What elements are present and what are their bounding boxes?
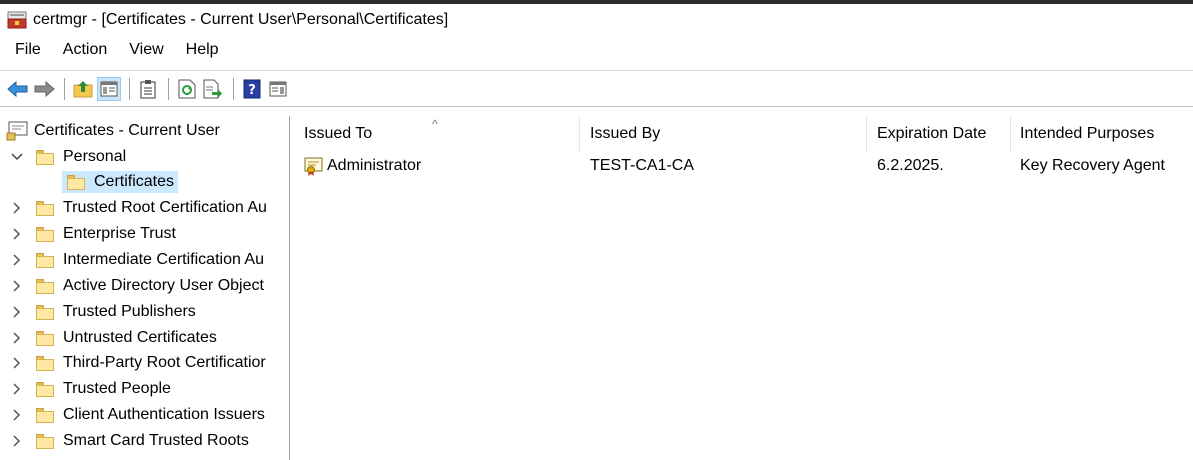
certificate-icon [304,157,323,176]
tree-item[interactable]: Third-Party Root Certificatior [10,351,266,375]
refresh-icon[interactable] [175,77,199,101]
column-label: Issued To [304,125,373,142]
tree-item[interactable]: Trusted Publishers [10,300,196,324]
chevron-right-icon[interactable] [10,434,24,448]
menu-view[interactable]: View [118,37,174,63]
certificate-list: ^ Issued To Issued By Expiration Date In… [292,116,1193,460]
tree-item[interactable]: Intermediate Certification Au [10,248,264,272]
column-header-issued-by[interactable]: Issued By [580,116,867,152]
toolbar: ? [0,70,1193,107]
app-window: certmgr - [Certificates - Current User\P… [0,4,1193,460]
certmgr-app-icon [7,11,27,29]
chevron-right-icon[interactable] [10,382,24,396]
up-folder-icon[interactable] [71,77,95,101]
folder-icon [35,330,55,346]
chevron-right-icon[interactable] [10,227,24,241]
cell-issued-to: Administrator [303,154,421,178]
column-label: Issued By [590,125,661,142]
chevron-right-icon[interactable] [10,305,24,319]
svg-text:?: ? [248,83,256,98]
toolbar-separator [64,77,65,100]
cell-intended-purposes: Key Recovery Agent [1020,157,1165,174]
tree-item-label: Enterprise Trust [63,224,176,242]
tree-item-certificates[interactable]: Certificates [62,170,179,194]
tree-item-label: Personal [63,148,127,165]
folder-icon [35,149,55,165]
folder-icon [35,278,55,294]
column-header-issued-to[interactable]: Issued To [292,116,580,152]
export-list-icon[interactable] [201,77,225,101]
tree-item-label: Trusted Publishers [63,302,196,320]
folder-icon [35,200,55,216]
folder-icon [35,252,55,268]
chevron-right-icon[interactable] [10,356,24,370]
column-label: Intended Purposes [1020,125,1155,142]
tree-item-label: Intermediate Certification Au [63,250,264,268]
folder-icon [35,407,55,424]
help-icon[interactable]: ? [240,77,264,101]
column-header-expiration-date[interactable]: Expiration Date [867,116,1011,152]
chevron-right-icon[interactable] [10,201,24,215]
tree-item[interactable]: Smart Card Trusted Roots [10,429,249,453]
folder-icon [35,381,55,398]
menu-help[interactable]: Help [175,37,230,63]
tree-item-personal[interactable]: Personal [10,145,126,169]
tree-item[interactable]: Client Authentication Issuers [10,403,265,427]
tree-item-label: Smart Card Trusted Roots [63,432,249,450]
cell-text: Administrator [327,157,422,174]
folder-icon [35,304,55,320]
chevron-down-icon[interactable] [10,150,24,164]
selected-highlight: Certificates [62,171,179,193]
tree-item-label: Active Directory User Object [63,276,264,294]
toolbar-separator [168,77,169,100]
chevron-right-icon[interactable] [10,408,24,422]
tree-item[interactable]: Trusted People [10,377,171,401]
chevron-right-icon[interactable] [10,279,24,293]
chevron-right-icon[interactable] [10,253,24,267]
tree-item-label: Certificates [94,173,175,190]
menu-bar: File Action View Help [0,37,1193,63]
cell-issued-by: TEST-CA1-CA [590,157,695,174]
tree-item-label: Untrusted Certificates [63,328,217,346]
toolbar-separator [129,77,130,100]
tree-item[interactable]: Enterprise Trust [10,222,176,246]
toolbar-separator [233,77,234,100]
column-label: Expiration Date [877,125,987,142]
title-bar: certmgr - [Certificates - Current User\P… [0,4,1193,35]
tree-item[interactable]: Active Directory User Object [10,274,264,298]
tree-item-label: Trusted Root Certification Au [63,199,267,216]
details-pane-icon[interactable] [266,77,290,101]
tree-item[interactable]: Trusted Root Certification Au [10,196,267,220]
back-icon[interactable] [6,77,30,101]
window-title: certmgr - [Certificates - Current User\P… [33,11,449,28]
console-tree: Certificates - Current User Personal Cer… [0,116,290,460]
folder-icon [35,226,55,242]
folder-icon [35,355,55,372]
certificate-store-icon [6,121,28,141]
menu-file[interactable]: File [0,37,52,63]
clipboard-icon[interactable] [136,77,160,101]
folder-icon [66,174,86,190]
tree-root-label: Certificates - Current User [34,122,220,139]
tree-item-label: Client Authentication Issuers [63,406,265,424]
chevron-right-icon[interactable] [10,331,24,345]
tree-item-label: Third-Party Root Certificatior [63,354,266,372]
tree-item[interactable]: Untrusted Certificates [10,326,217,350]
folder-icon [35,433,55,450]
show-hide-tree-icon[interactable] [97,76,121,101]
tree-item-root[interactable]: Certificates - Current User [6,119,220,143]
forward-icon[interactable] [32,77,56,101]
column-header-intended-purposes[interactable]: Intended Purposes [1011,116,1193,152]
menu-action[interactable]: Action [52,37,118,63]
tree-item-label: Trusted People [63,380,171,398]
cell-expiration-date: 6.2.2025. [877,157,944,174]
